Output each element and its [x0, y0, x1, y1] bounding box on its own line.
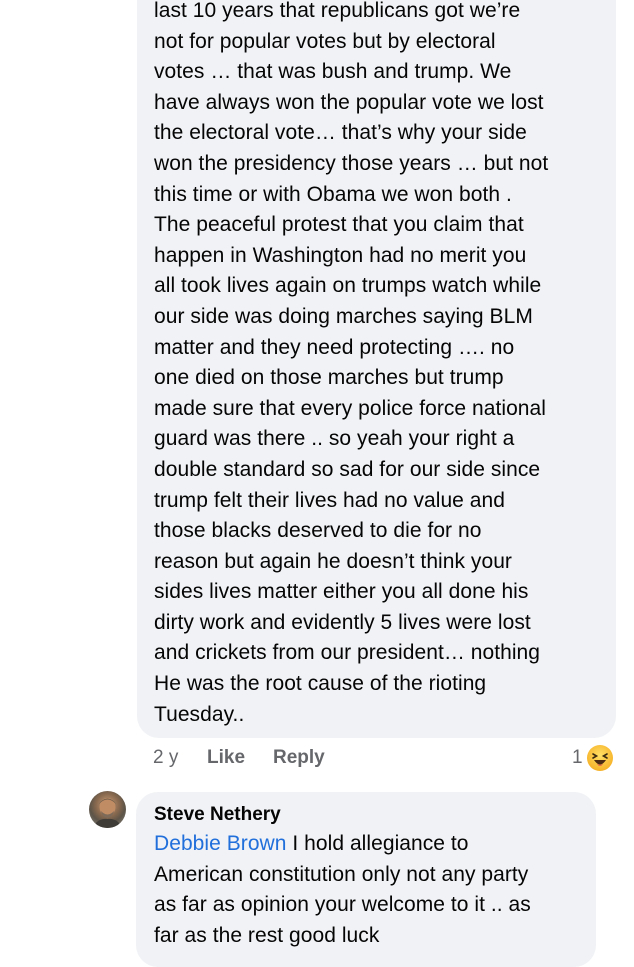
reply-button[interactable]: Reply: [273, 747, 325, 769]
avatar[interactable]: [89, 791, 126, 828]
like-button[interactable]: Like: [207, 747, 273, 769]
reaction-summary[interactable]: 1: [572, 744, 613, 772]
comment-actions: 2 y Like Reply: [153, 744, 325, 772]
reply-comment-bubble: Steve Nethery Debbie Brown I hold allegi…: [136, 792, 596, 967]
comment-bubble: last 10 years that republicans got we’re…: [137, 0, 616, 738]
user-avatar: [93, 798, 122, 828]
comment-text-first-line: I hold allegiance to: [286, 832, 469, 855]
reaction-count: 1: [572, 747, 583, 768]
laughing-emoji-icon: [586, 745, 613, 771]
comment-text: Debbie Brown I hold allegiance to Americ…: [154, 829, 594, 951]
comment-text: last 10 years that republicans got we’re…: [154, 0, 549, 726]
comment-timestamp[interactable]: 2 y: [153, 747, 207, 769]
comment-author[interactable]: Steve Nethery: [154, 804, 281, 826]
mention-link[interactable]: Debbie Brown: [154, 832, 287, 855]
comment-text-rest: American constitution only not any party…: [154, 862, 531, 947]
